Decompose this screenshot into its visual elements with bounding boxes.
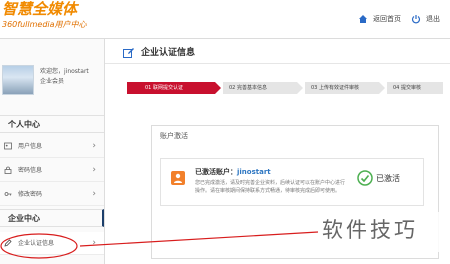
highlight-ellipse <box>0 233 78 259</box>
annotation-arrow <box>79 231 319 247</box>
watermark-text: 软件技巧 <box>322 218 418 242</box>
